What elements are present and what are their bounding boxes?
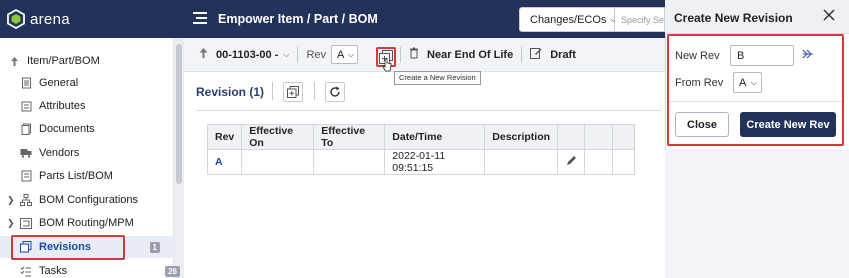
sidebar-item-tasks[interactable]: Tasks 26 bbox=[20, 260, 180, 278]
sidebar-item-label: General bbox=[39, 77, 79, 89]
count-badge: 26 bbox=[165, 265, 180, 277]
divider bbox=[196, 110, 661, 111]
sidebar-item-vendors[interactable]: Vendors bbox=[20, 142, 194, 164]
chevron-down-icon: ⌵ bbox=[347, 49, 355, 59]
sidebar-item-label: Attributes bbox=[39, 100, 86, 112]
pin-icon bbox=[8, 55, 20, 67]
document-icon bbox=[20, 77, 32, 89]
sidebar-item-label: Parts List/BOM bbox=[39, 170, 113, 182]
chevron-right-icon[interactable]: ❯ bbox=[7, 218, 15, 229]
menu-toggle-icon[interactable] bbox=[193, 12, 207, 24]
chevron-right-icon[interactable]: ❯ bbox=[7, 195, 15, 206]
rev-link[interactable]: A bbox=[206, 149, 243, 175]
parts-icon bbox=[20, 170, 32, 182]
column-header-description[interactable]: Description bbox=[484, 124, 559, 150]
column-header-extra bbox=[584, 124, 614, 150]
arena-logo-icon bbox=[6, 8, 26, 30]
highlight-revisions bbox=[11, 235, 125, 260]
sidebar-item-bom-routing[interactable]: BOM Routing/MPM bbox=[20, 212, 194, 234]
tooltip: Create a New Revision bbox=[394, 71, 481, 85]
app-logo[interactable]: arena bbox=[6, 8, 70, 30]
effective-on-cell bbox=[241, 149, 315, 175]
new-revision-icon bbox=[287, 86, 299, 98]
sidebar-item-bom-configurations[interactable]: BOM Configurations bbox=[20, 189, 194, 211]
rev-select-value: A bbox=[337, 48, 345, 61]
sidebar-item-label: Item/Part/BOM bbox=[27, 55, 100, 67]
edit-cell[interactable] bbox=[557, 149, 586, 175]
datetime-cell: 2022-01-11 09:51:15 bbox=[384, 149, 486, 175]
sidebar-item-item-part-bom[interactable]: Item/Part/BOM bbox=[8, 50, 182, 72]
revision-table: Rev Effective On Effective To Date/Time … bbox=[206, 124, 636, 175]
routing-icon bbox=[20, 217, 32, 229]
sidebar-item-label: Tasks bbox=[39, 265, 68, 277]
rev-label: Rev bbox=[306, 48, 327, 61]
status-badge: Draft bbox=[550, 48, 576, 61]
sidebar-item-parts-list-bom[interactable]: Parts List/BOM bbox=[20, 165, 194, 187]
column-header-effective-on[interactable]: Effective On bbox=[241, 124, 315, 150]
refresh-icon bbox=[330, 86, 340, 97]
tasks-icon bbox=[20, 265, 32, 277]
edit-icon bbox=[530, 47, 542, 62]
sidebar-item-label: BOM Routing/MPM bbox=[39, 217, 134, 229]
pointer-cursor-icon bbox=[382, 58, 392, 72]
sidebar-item-label: BOM Configurations bbox=[39, 194, 139, 206]
sidebar-item-attributes[interactable]: Attributes bbox=[20, 95, 194, 117]
column-header-datetime[interactable]: Date/Time bbox=[384, 124, 486, 150]
highlight-dialog bbox=[667, 34, 844, 146]
lifecycle-icon bbox=[409, 47, 419, 62]
column-header-extra bbox=[612, 124, 636, 150]
files-icon bbox=[20, 123, 32, 135]
page-title: Empower Item / Part / BOM bbox=[218, 12, 378, 26]
description-cell bbox=[484, 149, 559, 175]
count-badge: 1 bbox=[149, 241, 160, 253]
lifecycle-status: Near End Of Life bbox=[427, 48, 514, 61]
effective-to-cell bbox=[313, 149, 386, 175]
add-revision-button[interactable] bbox=[283, 82, 303, 102]
pencil-icon bbox=[566, 156, 576, 165]
column-header-rev[interactable]: Rev bbox=[206, 124, 243, 150]
sidebar-item-documents[interactable]: Documents bbox=[20, 118, 194, 140]
dialog-title: Create New Revision bbox=[674, 11, 793, 25]
table-row: A 2022-01-11 09:51:15 bbox=[206, 149, 636, 175]
revision-heading: Revision (1) bbox=[196, 85, 265, 99]
item-selector[interactable]: 00-1103-00 - ⌵ bbox=[198, 47, 289, 62]
extra-cell bbox=[612, 149, 636, 175]
sidebar-item-label: Vendors bbox=[39, 147, 80, 159]
hierarchy-icon bbox=[20, 194, 32, 206]
extra-cell bbox=[584, 149, 614, 175]
list-icon bbox=[20, 100, 32, 112]
table-header-row: Rev Effective On Effective To Date/Time … bbox=[206, 124, 636, 150]
truck-icon bbox=[20, 147, 32, 159]
sidebar-item-label: Documents bbox=[39, 123, 95, 135]
close-icon[interactable] bbox=[822, 8, 836, 22]
item-toolbar: 00-1103-00 - ⌵ Rev A ⌵ Near End Of Life … bbox=[184, 38, 665, 72]
logo-text: arena bbox=[30, 10, 70, 28]
sidebar-item-general[interactable]: General bbox=[20, 72, 194, 94]
refresh-button[interactable] bbox=[325, 82, 345, 102]
changes-dropdown[interactable]: Changes/ECOs ⌵ bbox=[519, 7, 617, 32]
search-input[interactable]: Specify Search bbox=[615, 7, 665, 32]
chevron-down-icon: ⌵ bbox=[283, 49, 290, 59]
item-number: 00-1103-00 - bbox=[216, 48, 279, 61]
column-header-effective-to[interactable]: Effective To bbox=[313, 124, 386, 150]
dialog-backdrop bbox=[665, 149, 849, 278]
changes-label: Changes/ECOs bbox=[530, 13, 607, 26]
rev-select[interactable]: A ⌵ bbox=[331, 45, 359, 64]
column-header-action bbox=[557, 124, 586, 150]
pin-icon bbox=[198, 47, 209, 62]
